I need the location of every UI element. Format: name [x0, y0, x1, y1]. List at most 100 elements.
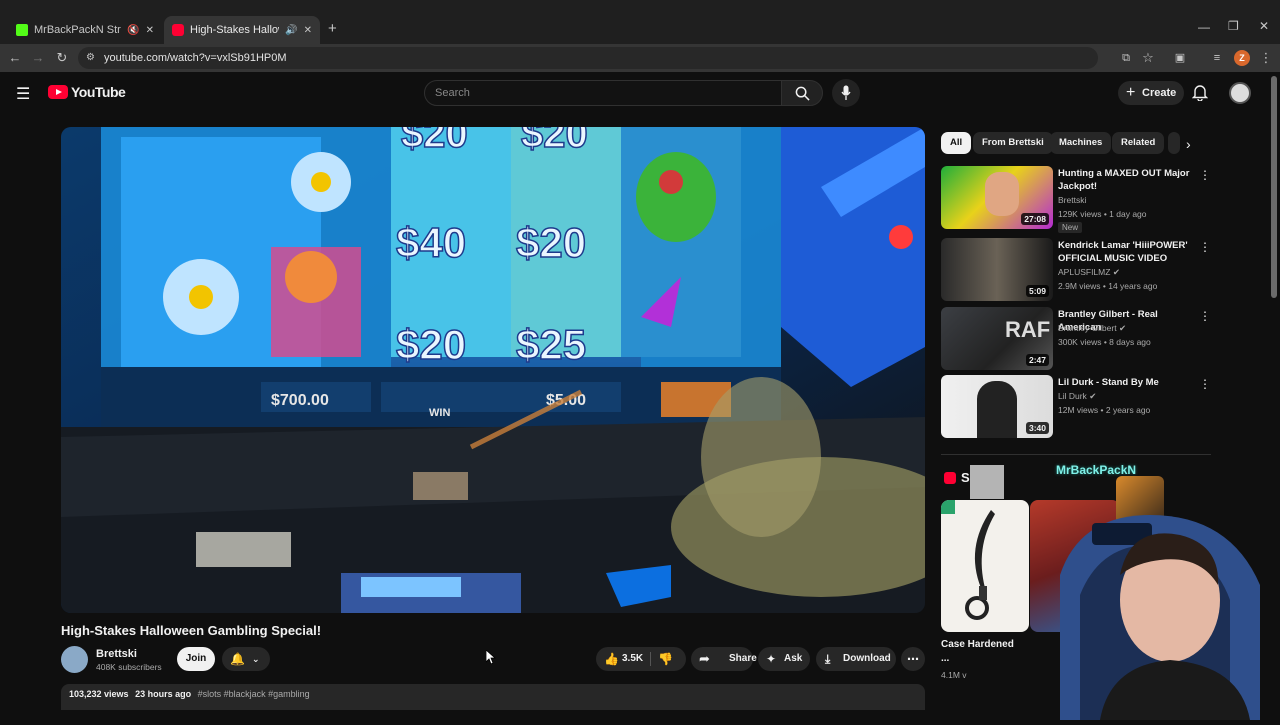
thumbnail-face: [985, 172, 1019, 216]
close-window-icon[interactable]: ✕: [1259, 19, 1269, 33]
like-count[interactable]: 3.5K: [622, 647, 643, 671]
chip-related[interactable]: Related: [1112, 132, 1165, 154]
video-title: High-Stakes Halloween Gambling Special!: [61, 623, 322, 638]
video-duration: 5:09: [1025, 285, 1049, 297]
media-controls-icon[interactable]: ≡: [1207, 48, 1227, 68]
channel-avatar[interactable]: [61, 646, 88, 673]
join-button[interactable]: Join: [177, 647, 215, 671]
bookmark-star-icon[interactable]: ☆: [1138, 48, 1158, 68]
address-bar[interactable]: ⚙ youtube.com/watch?v=vxlSb91HP0M: [78, 47, 1098, 69]
reload-icon[interactable]: ↻: [52, 48, 72, 68]
verified-check-icon: ✔: [1112, 267, 1120, 277]
search-placeholder: Search: [435, 87, 470, 99]
page-scrollbar[interactable]: [1271, 76, 1277, 298]
download-label: Download: [843, 653, 891, 664]
win-label: WIN: [429, 407, 450, 419]
more-actions-button[interactable]: ⋯: [901, 647, 925, 671]
chip-label: Machines: [1059, 137, 1103, 148]
video-player[interactable]: $20 $20 $40 $20 $20 $25 $700.00 WIN $5.0…: [61, 127, 925, 613]
hamburger-menu-icon[interactable]: ☰: [16, 84, 30, 104]
chip-all[interactable]: All: [941, 132, 972, 154]
hashtags[interactable]: #slots #blackjack #gambling: [198, 689, 310, 699]
speaker-icon[interactable]: 🔊: [285, 25, 297, 36]
minimize-window-icon[interactable]: —: [1198, 20, 1210, 34]
profile-avatar[interactable]: Z: [1234, 50, 1250, 66]
site-info-icon[interactable]: ⚙: [86, 47, 95, 69]
chip-from-brettski[interactable]: From Brettski: [973, 132, 1053, 154]
restore-window-icon[interactable]: ❐: [1228, 19, 1239, 33]
short-title: Case Hardened ...: [941, 639, 1014, 664]
verified-check-icon: ✔: [1089, 391, 1097, 401]
chevron-right-icon[interactable]: ›: [1186, 136, 1191, 152]
thumbs-down-icon[interactable]: 👎: [658, 647, 673, 671]
recommended-video[interactable]: 5:09 Kendrick Lamar 'HiiiPOWER' OFFICIAL…: [941, 238, 1271, 304]
video-thumbnail[interactable]: 5:09: [941, 238, 1053, 301]
channel-name[interactable]: Brettski: [1058, 195, 1086, 205]
voice-search-button[interactable]: [832, 79, 860, 107]
video-meta: 2.9M views • 14 years ago: [1058, 281, 1158, 291]
browser-menu-icon[interactable]: ⋮: [1256, 48, 1276, 68]
shorts-logo-icon: [944, 472, 956, 484]
close-tab-icon[interactable]: ✕: [304, 25, 312, 36]
close-tab-icon[interactable]: ✕: [146, 25, 154, 36]
overlay-logo-text: MrBackPackN: [1056, 463, 1137, 477]
tab-kick-stream[interactable]: MrBackPackN Stream - Wat 🔇 ✕: [8, 16, 162, 44]
youtube-logo[interactable]: YouTube: [48, 84, 126, 100]
url-text: youtube.com/watch?v=vxlSb91HP0M: [104, 52, 287, 64]
new-tab-icon[interactable]: +: [328, 20, 337, 37]
account-avatar[interactable]: [1229, 82, 1251, 104]
join-label: Join: [185, 653, 207, 664]
thumbnail-graphic: RAF: [1005, 317, 1051, 342]
recommended-video[interactable]: 3:40 Lil Durk - Stand By Me Lil Durk ✔ 1…: [941, 375, 1271, 441]
video-thumbnail[interactable]: 3:40: [941, 375, 1053, 438]
muted-speaker-icon[interactable]: 🔇: [127, 25, 139, 36]
recommended-video[interactable]: 27:08 Hunting a MAXED OUT Major Jackpot!…: [941, 166, 1271, 236]
download-button[interactable]: ⤓ Download: [816, 647, 896, 671]
channel-name: APLUSFILMZ: [1058, 267, 1111, 277]
subscribed-notifications-button[interactable]: 🔔 ⌄: [222, 647, 270, 671]
video-title: Lil Durk - Stand By Me: [1058, 377, 1159, 388]
reel-prize-text: $20: [401, 127, 468, 156]
plus-icon: +: [1126, 84, 1136, 101]
install-app-icon[interactable]: ⧉: [1116, 48, 1136, 68]
reel-prize-text: $25: [516, 321, 586, 368]
back-arrow-icon[interactable]: ←: [5, 48, 25, 68]
notifications-bell-icon[interactable]: [1191, 83, 1209, 106]
youtube-header: ☰ YouTube Search + Create: [0, 72, 1280, 116]
create-label: Create: [1142, 87, 1177, 99]
video-description[interactable]: 103,232 views 23 hours ago #slots #black…: [61, 684, 925, 710]
video-thumbnail[interactable]: 27:08: [941, 166, 1053, 229]
create-button[interactable]: + Create: [1118, 81, 1184, 105]
video-thumbnail[interactable]: RAF 2:47: [941, 307, 1053, 370]
more-vertical-icon[interactable]: ⋮: [1199, 168, 1211, 182]
subscriber-count: 408K subscribers: [96, 662, 162, 672]
channel-name[interactable]: Brettski: [96, 648, 137, 660]
more-vertical-icon[interactable]: ⋮: [1199, 377, 1211, 391]
search-button[interactable]: [781, 80, 823, 106]
thumbs-up-icon[interactable]: 👍: [604, 647, 619, 671]
share-arrow-icon: ➦: [699, 651, 710, 666]
search-input[interactable]: Search: [424, 80, 782, 106]
chip-machines[interactable]: Machines: [1050, 132, 1112, 154]
tab-youtube-video[interactable]: High-Stakes Halloween Gam 🔊 ✕: [164, 16, 320, 44]
recommended-video[interactable]: RAF 2:47 Brantley Gilbert - Real America…: [941, 307, 1271, 373]
more-vertical-icon[interactable]: ⋮: [1199, 309, 1211, 323]
tab-search-icon[interactable]: ▣: [1170, 48, 1190, 68]
video-title: Hunting a MAXED OUT Major Jackpot!: [1058, 168, 1190, 192]
channel-row[interactable]: Brantley Gilbert ✔: [1058, 323, 1126, 334]
channel-name: Lil Durk: [1058, 391, 1087, 401]
karambit-knife-image: [965, 510, 995, 620]
share-button[interactable]: ➦ Share: [691, 647, 757, 671]
forward-arrow-icon[interactable]: →: [28, 48, 48, 68]
chip-label: Related: [1121, 137, 1156, 148]
shorts-section-title: S: [961, 470, 970, 485]
ask-button[interactable]: ✦ Ask: [758, 647, 810, 671]
kick-favicon-icon: [16, 24, 28, 36]
more-horizontal-icon: ⋯: [907, 652, 919, 666]
short-thumbnail[interactable]: [941, 500, 1029, 632]
channel-row[interactable]: Lil Durk ✔: [1058, 391, 1096, 402]
mouse-cursor-icon: [486, 650, 496, 664]
channel-row[interactable]: APLUSFILMZ ✔: [1058, 267, 1120, 278]
more-vertical-icon[interactable]: ⋮: [1199, 240, 1211, 254]
video-duration: 27:08: [1021, 213, 1049, 225]
